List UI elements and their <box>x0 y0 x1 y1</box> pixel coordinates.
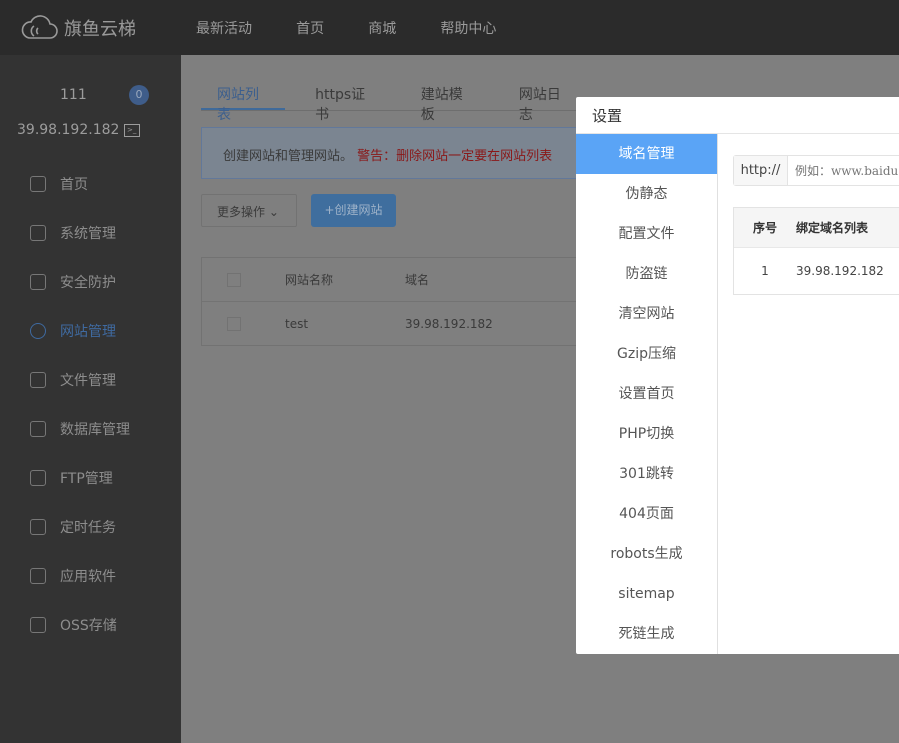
tab-logs[interactable]: 网站日志 <box>503 77 587 123</box>
apps-icon <box>30 567 46 584</box>
database-icon <box>30 420 46 437</box>
home-icon <box>30 175 46 192</box>
table-header: 网站名称 域名 <box>202 258 600 302</box>
shield-icon <box>30 273 46 290</box>
cloud-icon <box>30 616 46 633</box>
folder-icon <box>30 371 46 388</box>
logo[interactable]: 旗鱼云梯 <box>20 12 196 44</box>
tabs: 网站列表 https证书 建站模板 网站日志 <box>201 77 601 123</box>
ftp-icon <box>30 469 46 486</box>
terminal-icon[interactable]: >_ <box>124 124 140 137</box>
settings-menu-item[interactable]: PHP切换 <box>576 414 717 454</box>
settings-menu-item[interactable]: 死链生成 <box>576 614 717 654</box>
settings-menu-item[interactable]: 404页面 <box>576 494 717 534</box>
sidebar-item-label: 安全防护 <box>60 274 116 291</box>
nav-help[interactable]: 帮助中心 <box>440 21 496 37</box>
sidebar-item-label: OSS存储 <box>60 617 117 634</box>
col-domain-list: 绑定域名列表 <box>796 221 869 235</box>
domain-table: 序号 绑定域名列表 1 39.98.192.182 <box>733 207 899 295</box>
sidebar-item-7[interactable]: 定时任务 <box>0 502 181 551</box>
site-name[interactable]: test <box>285 317 405 331</box>
sidebar-item-label: 首页 <box>60 176 88 193</box>
domain-input[interactable] <box>788 156 899 185</box>
site-table: 网站名称 域名 test 39.98.192.182 <box>201 257 601 346</box>
more-actions-button[interactable]: 更多操作 ⌄ <box>201 194 297 227</box>
table-header: 序号 绑定域名列表 <box>734 208 899 248</box>
sidebar-item-2[interactable]: 安全防护 <box>0 257 181 306</box>
col-domain: 域名 <box>405 273 430 287</box>
sidebar-item-4[interactable]: 文件管理 <box>0 355 181 404</box>
col-index: 序号 <box>752 221 777 235</box>
sidebar-item-5[interactable]: 数据库管理 <box>0 404 181 453</box>
server-ip: 39.98.192.182 <box>17 122 120 138</box>
settings-menu-item[interactable]: 设置首页 <box>576 374 717 414</box>
row-checkbox[interactable] <box>227 317 241 331</box>
domain-input-group: http:// <box>733 155 899 186</box>
sidebar-item-8[interactable]: 应用软件 <box>0 551 181 600</box>
sidebar-item-0[interactable]: 首页 <box>0 159 181 208</box>
tab-templates[interactable]: 建站模板 <box>405 77 489 123</box>
settings-menu-item[interactable]: 域名管理 <box>576 134 717 174</box>
settings-menu-item[interactable]: robots生成 <box>576 534 717 574</box>
sidebar-item-label: 定时任务 <box>60 519 116 536</box>
modal-title: 设置 <box>576 97 899 134</box>
top-header: 旗鱼云梯 最新活动 首页 商城 帮助中心 <box>0 0 899 55</box>
sidebar-item-label: 文件管理 <box>60 372 116 389</box>
row-index: 1 <box>761 264 769 278</box>
username: 111 <box>60 87 87 103</box>
sidebar-item-label: 数据库管理 <box>60 421 130 438</box>
tab-site-list[interactable]: 网站列表 <box>201 77 286 123</box>
sidebar-item-6[interactable]: FTP管理 <box>0 453 181 502</box>
settings-menu-item[interactable]: 配置文件 <box>576 214 717 254</box>
nav-latest[interactable]: 最新活动 <box>196 21 252 37</box>
settings-menu-item[interactable]: Gzip压缩 <box>576 334 717 374</box>
globe-icon <box>30 322 46 339</box>
sidebar-item-9[interactable]: OSS存储 <box>0 600 181 649</box>
sidebar-item-3[interactable]: 网站管理 <box>0 306 181 355</box>
settings-menu-item[interactable]: sitemap <box>576 574 717 614</box>
info-text: 创建网站和管理网站。 <box>223 149 354 164</box>
notification-badge[interactable]: 0 <box>129 85 149 105</box>
select-all-checkbox[interactable] <box>227 272 241 287</box>
table-row: 1 39.98.192.182 <box>734 248 899 294</box>
settings-menu: 域名管理 伪静态 配置文件 防盗链 清空网站 Gzip压缩 设置首页 PHP切换 301跳转 40… <box>576 134 718 654</box>
settings-modal: 设置 域名管理 伪静态 配置文件 防盗链 清空网站 Gzip压缩 设置首页 PHP切换 301跳… <box>576 97 899 654</box>
settings-menu-item[interactable]: 伪静态 <box>576 174 717 214</box>
table-row: test 39.98.192.182 <box>202 302 600 346</box>
sidebar: 111 0 39.98.192.182 >_ 首页系统管理安全防护网站管理文件管… <box>0 55 181 743</box>
gear-icon <box>30 224 46 241</box>
site-domain: 39.98.192.182 <box>405 317 493 331</box>
warning-text: 警告：删除网站一定要在网站列表 <box>357 149 553 164</box>
settings-menu-item[interactable]: 防盗链 <box>576 254 717 294</box>
settings-menu-item[interactable]: 301跳转 <box>576 454 717 494</box>
cloud-logo-icon <box>21 14 58 39</box>
sidebar-item-label: 系统管理 <box>60 225 116 242</box>
create-site-button[interactable]: +创建网站 <box>311 194 396 227</box>
col-name: 网站名称 <box>285 273 334 287</box>
info-banner: 创建网站和管理网站。 警告：删除网站一定要在网站列表 <box>201 127 621 179</box>
nav-home[interactable]: 首页 <box>296 21 324 37</box>
bound-domain: 39.98.192.182 <box>796 264 884 278</box>
sidebar-item-1[interactable]: 系统管理 <box>0 208 181 257</box>
clock-icon <box>30 518 46 535</box>
brand-name: 旗鱼云梯 <box>64 18 136 40</box>
settings-menu-item[interactable]: 清空网站 <box>576 294 717 334</box>
protocol-prefix: http:// <box>734 156 788 185</box>
nav-store[interactable]: 商城 <box>368 21 396 37</box>
sidebar-item-label: 应用软件 <box>60 568 116 585</box>
sidebar-item-label: 网站管理 <box>60 323 116 340</box>
sidebar-item-label: FTP管理 <box>60 470 113 487</box>
tab-https[interactable]: https证书 <box>299 77 391 123</box>
